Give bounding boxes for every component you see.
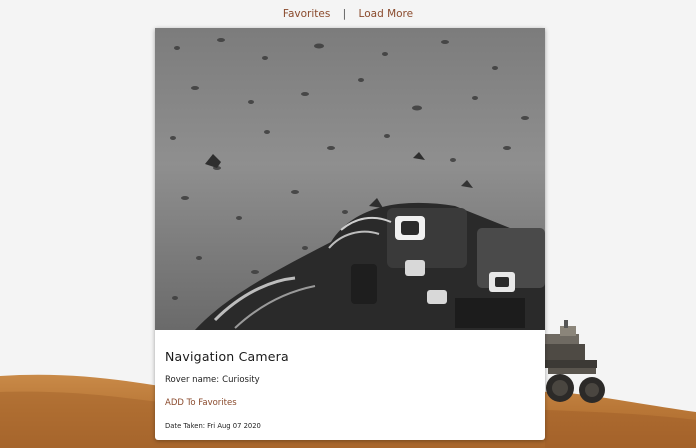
nav-separator: |: [342, 8, 347, 20]
top-nav: Favorites | Load More: [0, 8, 696, 22]
date-label: Date Taken:: [165, 422, 206, 430]
photo-card: Navigation Camera Rover name: Curiosity A…: [155, 28, 545, 440]
rover-info: Rover name: Curiosity: [165, 375, 535, 385]
rover-label: Rover name:: [165, 375, 220, 385]
add-to-favorites-link[interactable]: ADD To Favorites: [165, 398, 237, 408]
date-taken: Date Taken: Fri Aug 07 2020: [165, 422, 535, 430]
date-value: Fri Aug 07 2020: [207, 422, 261, 430]
mars-photo[interactable]: [155, 28, 545, 330]
card-body: Navigation Camera Rover name: Curiosity A…: [155, 349, 545, 430]
camera-name-heading: Navigation Camera: [165, 349, 289, 364]
rover-name: Curiosity: [222, 375, 260, 385]
favorites-link[interactable]: Favorites: [283, 8, 330, 20]
rover-silhouette: [545, 320, 605, 403]
load-more-link[interactable]: Load More: [359, 8, 414, 20]
